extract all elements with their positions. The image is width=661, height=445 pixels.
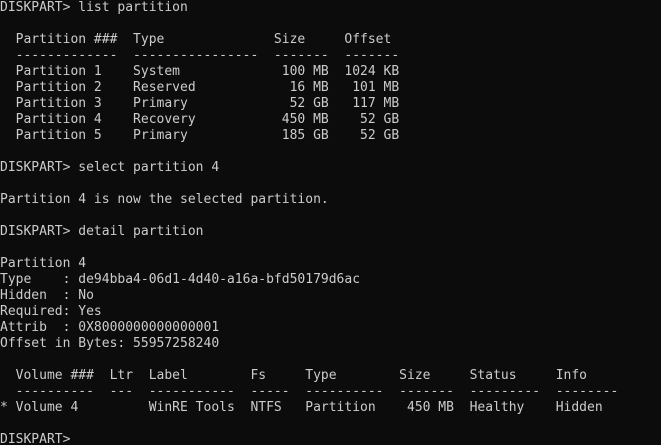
- table-header: Partition ### Type Size Offset: [0, 32, 392, 47]
- console-output: DISKPART> list partition Partition ### T…: [0, 0, 618, 445]
- output-message: Partition 4 is now the selected partitio…: [0, 192, 329, 207]
- detail-offset: Offset in Bytes: 55957258240: [0, 336, 220, 351]
- table-row: Partition 1 System 100 MB 1024 KB: [0, 64, 400, 79]
- table-separator: ------------- ---------------- ------- -…: [0, 48, 400, 63]
- detail-title: Partition 4: [0, 256, 87, 271]
- detail-type: Type : de94bba4-06d1-4d40-a16a-bfd50179d…: [0, 272, 361, 287]
- detail-required: Required: Yes: [0, 304, 102, 319]
- table-row: Partition 5 Primary 185 GB 52 GB: [0, 128, 400, 143]
- detail-hidden: Hidden : No: [0, 288, 94, 303]
- table-header: Volume ### Ltr Label Fs Type Size Status…: [0, 368, 587, 383]
- table-row: Partition 3 Primary 52 GB 117 MB: [0, 96, 400, 111]
- command-line: DISKPART> list partition: [0, 0, 188, 15]
- table-row: Partition 2 Reserved 16 MB 101 MB: [0, 80, 400, 95]
- detail-attrib: Attrib : 0X8000000000000001: [0, 320, 220, 335]
- table-separator: ---------- --- ----------- ----- -------…: [0, 384, 619, 399]
- console-window[interactable]: DISKPART> list partition Partition ### T…: [0, 0, 661, 445]
- table-row: Partition 4 Recovery 450 MB 52 GB: [0, 112, 400, 127]
- command-line: DISKPART> select partition 4: [0, 160, 220, 175]
- table-row: * Volume 4 WinRE Tools NTFS Partition 45…: [0, 400, 603, 415]
- command-line: DISKPART> detail partition: [0, 224, 204, 239]
- command-prompt[interactable]: DISKPART>: [0, 432, 618, 445]
